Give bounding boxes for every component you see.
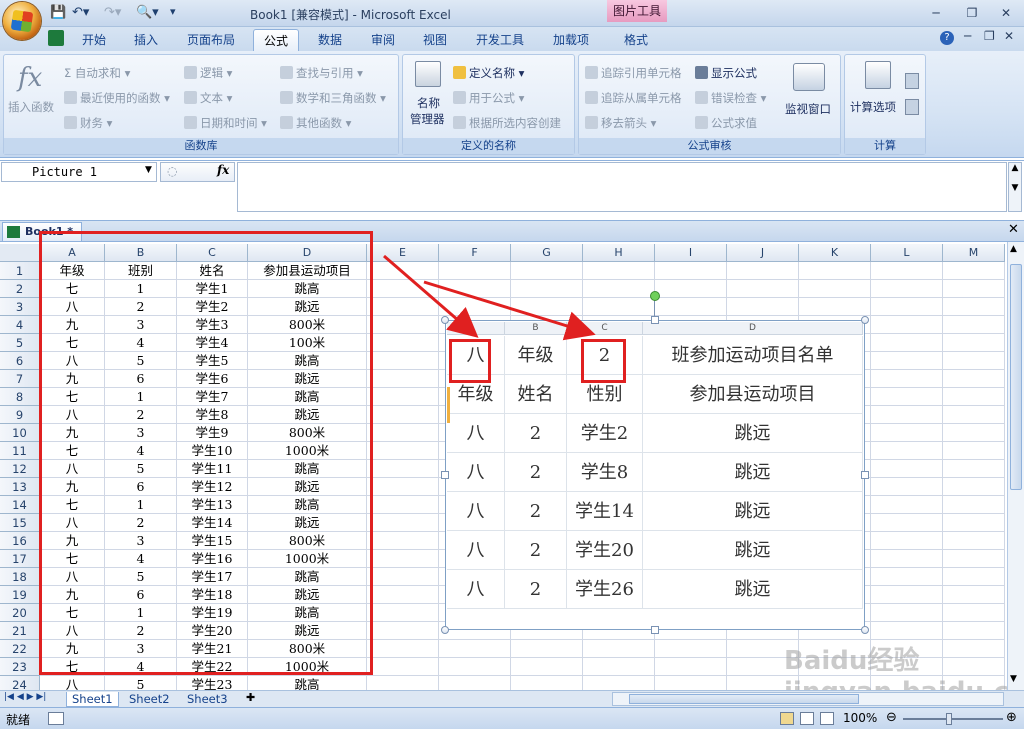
annotation-arrows (383, 254, 596, 341)
h-scroll-thumb[interactable] (629, 694, 859, 704)
zoom-in-icon[interactable]: ⊕ (1006, 710, 1017, 725)
office-button[interactable] (3, 2, 41, 40)
insert-sheet-icon[interactable]: ✚ (246, 691, 255, 704)
zoom-out-icon[interactable]: ⊖ (886, 710, 897, 725)
zoom-slider-thumb[interactable] (946, 713, 952, 725)
horizontal-scrollbar[interactable] (612, 692, 1004, 706)
page-break-view-icon[interactable] (820, 712, 834, 725)
page-layout-view-icon[interactable] (800, 712, 814, 725)
scroll-up-icon[interactable]: ▲ (1010, 244, 1017, 254)
sheet-tab-2[interactable]: Sheet2 (124, 692, 175, 707)
sheet-tab-3[interactable]: Sheet3 (182, 692, 233, 707)
status-bar: 就绪 100% ⊖ ⊕ (0, 707, 1024, 729)
sheet-tab-1[interactable]: Sheet1 (66, 692, 119, 707)
sheet-tab-bar: |◀ ◀ ▶ ▶| Sheet1 Sheet2 Sheet3 ✚ (0, 690, 1024, 707)
scroll-down-icon[interactable]: ▼ (1010, 674, 1017, 684)
macro-record-icon[interactable] (48, 712, 64, 725)
vertical-scrollbar[interactable]: ▲ ▼ (1007, 242, 1024, 690)
arrow-to-class (423, 280, 596, 341)
office-logo-icon (10, 9, 34, 33)
status-ready: 就绪 (6, 713, 31, 727)
zoom-level[interactable]: 100% (843, 711, 877, 725)
zoom-slider[interactable] (903, 718, 1003, 720)
arrow-to-grade (383, 254, 479, 338)
scroll-thumb[interactable] (1010, 264, 1022, 490)
normal-view-icon[interactable] (780, 712, 794, 725)
sheet-nav-icons[interactable]: |◀ ◀ ▶ ▶| (4, 692, 46, 702)
